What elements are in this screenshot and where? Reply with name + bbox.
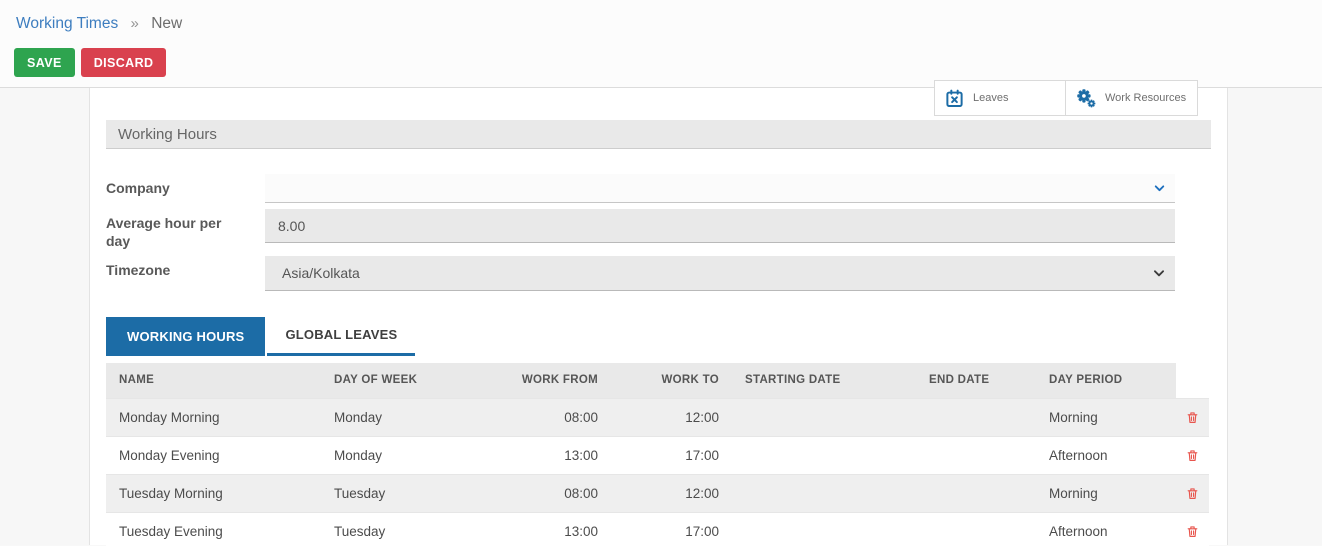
- average-hour-field-row: Average hour per day: [106, 209, 1175, 250]
- cell-day-of-week[interactable]: Tuesday: [321, 512, 518, 546]
- cell-work-from[interactable]: 13:00: [518, 512, 611, 546]
- table-header-row: NAME DAY OF WEEK WORK FROM WORK TO START…: [106, 363, 1209, 398]
- average-hour-label: Average hour per day: [106, 209, 238, 250]
- table-row[interactable]: Monday MorningMonday08:0012:00 Morning: [106, 398, 1209, 436]
- cell-starting-date[interactable]: [732, 512, 916, 546]
- company-dropdown[interactable]: [265, 174, 1175, 203]
- cell-work-to[interactable]: 12:00: [611, 474, 732, 512]
- delete-row-button[interactable]: [1176, 398, 1209, 436]
- record-name-field[interactable]: [106, 120, 1211, 149]
- chevron-down-icon: [1152, 266, 1166, 280]
- work-resources-stat-label: Work Resources: [1105, 92, 1186, 104]
- notebook-tabs: WORKING HOURS GLOBAL LEAVES: [106, 317, 1227, 356]
- cell-work-from[interactable]: 13:00: [518, 436, 611, 474]
- form-view: Leaves: [0, 88, 1322, 545]
- cell-day-period[interactable]: Afternoon: [1036, 436, 1176, 474]
- company-field-row: Company: [106, 174, 1175, 203]
- breadcrumb-link-working-times[interactable]: Working Times: [16, 15, 118, 32]
- timezone-field-row: Timezone Asia/Kolkata: [106, 256, 1175, 291]
- cell-day-period[interactable]: Afternoon: [1036, 512, 1176, 546]
- table-row[interactable]: Monday EveningMonday13:0017:00 Afternoon: [106, 436, 1209, 474]
- form-fields: Company Average hour per day Timezone As…: [106, 174, 1175, 291]
- trash-icon: [1186, 524, 1199, 539]
- column-header-starting-date[interactable]: STARTING DATE: [732, 363, 916, 398]
- timezone-select[interactable]: Asia/Kolkata: [265, 256, 1175, 291]
- form-action-buttons: SAVE DISCARD: [14, 48, 166, 77]
- company-label: Company: [106, 174, 238, 197]
- trash-icon: [1186, 486, 1199, 501]
- delete-row-button[interactable]: [1176, 436, 1209, 474]
- trash-icon: [1186, 448, 1199, 463]
- cell-work-to[interactable]: 17:00: [611, 512, 732, 546]
- cell-name[interactable]: Monday Evening: [106, 436, 321, 474]
- cell-day-period[interactable]: Morning: [1036, 474, 1176, 512]
- stat-button-box: Leaves: [934, 80, 1198, 116]
- column-header-end-date[interactable]: END DATE: [916, 363, 1036, 398]
- chevron-down-icon: [1153, 182, 1166, 195]
- leaves-stat-label: Leaves: [973, 92, 1008, 104]
- delete-column-header: [1176, 363, 1209, 398]
- tab-working-hours[interactable]: WORKING HOURS: [106, 317, 265, 356]
- delete-row-button[interactable]: [1176, 512, 1209, 546]
- cell-name[interactable]: Monday Morning: [106, 398, 321, 436]
- work-resources-stat-button[interactable]: Work Resources: [1066, 81, 1197, 115]
- cell-day-period[interactable]: Morning: [1036, 398, 1176, 436]
- column-header-day-of-week[interactable]: DAY OF WEEK: [321, 363, 518, 398]
- timezone-label: Timezone: [106, 256, 238, 279]
- top-bar: Working Times » New SAVE DISCARD: [0, 0, 1322, 88]
- form-sheet: Leaves: [89, 88, 1228, 545]
- cell-name[interactable]: Tuesday Morning: [106, 474, 321, 512]
- average-hour-input[interactable]: [265, 209, 1175, 243]
- cell-starting-date[interactable]: [732, 398, 916, 436]
- column-header-work-to[interactable]: WORK TO: [611, 363, 732, 398]
- cell-end-date[interactable]: [916, 512, 1036, 546]
- discard-button[interactable]: DISCARD: [81, 48, 167, 77]
- cell-day-of-week[interactable]: Monday: [321, 398, 518, 436]
- column-header-work-from[interactable]: WORK FROM: [518, 363, 611, 398]
- breadcrumb: Working Times » New: [0, 0, 1322, 33]
- column-header-name[interactable]: NAME: [106, 363, 321, 398]
- cell-work-from[interactable]: 08:00: [518, 398, 611, 436]
- cell-starting-date[interactable]: [732, 436, 916, 474]
- gears-icon: [1076, 88, 1096, 108]
- cell-end-date[interactable]: [916, 398, 1036, 436]
- cell-starting-date[interactable]: [732, 474, 916, 512]
- cell-end-date[interactable]: [916, 474, 1036, 512]
- cell-day-of-week[interactable]: Tuesday: [321, 474, 518, 512]
- cell-work-from[interactable]: 08:00: [518, 474, 611, 512]
- table-row[interactable]: Tuesday MorningTuesday08:0012:00 Morning: [106, 474, 1209, 512]
- delete-row-button[interactable]: [1176, 474, 1209, 512]
- cell-work-to[interactable]: 17:00: [611, 436, 732, 474]
- calendar-x-icon: [945, 89, 964, 108]
- tab-global-leaves[interactable]: GLOBAL LEAVES: [267, 317, 415, 356]
- cell-work-to[interactable]: 12:00: [611, 398, 732, 436]
- breadcrumb-current: New: [151, 15, 182, 32]
- leaves-stat-button[interactable]: Leaves: [935, 81, 1066, 115]
- save-button[interactable]: SAVE: [14, 48, 75, 77]
- cell-name[interactable]: Tuesday Evening: [106, 512, 321, 546]
- breadcrumb-separator: »: [131, 15, 139, 32]
- working-hours-table-body: Monday MorningMonday08:0012:00Morning Mo…: [106, 398, 1209, 546]
- cell-day-of-week[interactable]: Monday: [321, 436, 518, 474]
- column-header-day-period[interactable]: DAY PERIOD: [1036, 363, 1176, 398]
- working-hours-table: NAME DAY OF WEEK WORK FROM WORK TO START…: [106, 363, 1209, 546]
- cell-end-date[interactable]: [916, 436, 1036, 474]
- trash-icon: [1186, 410, 1199, 425]
- timezone-value: Asia/Kolkata: [282, 265, 360, 281]
- table-row[interactable]: Tuesday EveningTuesday13:0017:00 Afternoo…: [106, 512, 1209, 546]
